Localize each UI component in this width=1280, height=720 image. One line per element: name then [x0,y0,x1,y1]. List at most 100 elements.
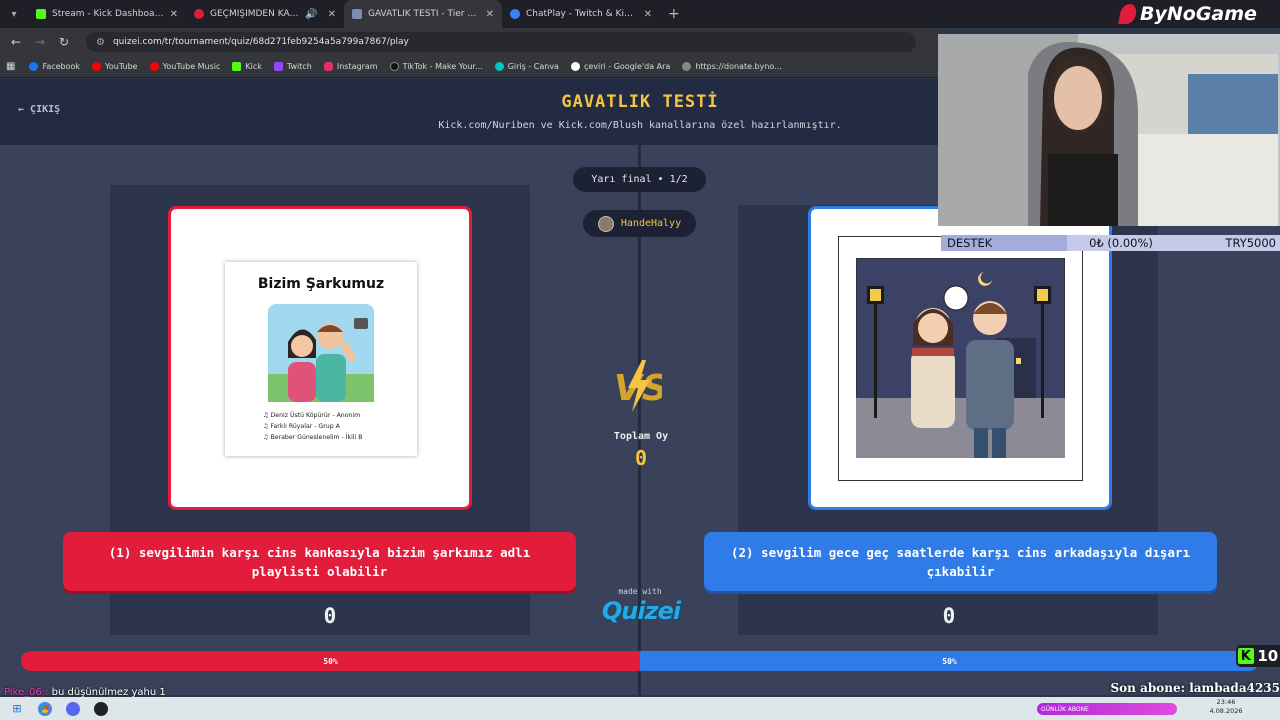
music-note-icon: ♫ [263,412,271,419]
tab-title: GEÇMİŞİMDEN KAÇTIM | Yo [210,9,299,19]
page-subtitle: Kick.com/Nuriben ve Kick.com/Blush kanal… [438,120,842,131]
forward-arrow-icon[interactable]: → [28,35,52,49]
song-item: ♫ Deniz Üstü Köpürür - Anonim [263,410,362,421]
address-bar-row: ← → ↻ ⚙ quizei.com/tr/tournament/quiz/68… [0,28,940,56]
bookmark-google[interactable]: çeviri - Google'da Ara [570,62,671,71]
viewer-count: 10 [1257,647,1279,665]
back-arrow-icon[interactable]: ← [4,35,28,49]
canva-icon [494,62,504,71]
instagram-icon [323,62,333,71]
avatar [597,215,614,232]
quiz-header [0,79,940,145]
chatplay-favicon-icon [510,9,520,19]
option1-share-bar: 50% [21,651,640,671]
browser-tab-active[interactable]: GAVATLIK TESTİ - Tier List, Kör ✕ [344,0,502,28]
new-tab-icon[interactable]: + [668,6,680,22]
discord-icon[interactable] [62,700,84,718]
bynogame-mark-icon [1118,4,1138,24]
user-badge: HandeHalyy [583,210,696,237]
bookmark-label: çeviri - Google'da Ara [583,62,671,71]
bookmark-label: Facebook [42,62,81,71]
tiktok-icon [389,62,399,71]
made-with-label: made with [618,587,662,596]
donate-amount: 0₺ (0.00%) [1067,235,1175,251]
total-votes-label: Toplam Oy [613,431,669,442]
bookmark-twitch[interactable]: Twitch [273,62,312,71]
song-title: Beraber Güneslenelim - İkili B [270,434,363,441]
kick-viewer-badge: K 10 [1236,645,1280,667]
lightning-bolt-icon: VS [614,360,662,412]
exit-button[interactable]: ← ÇIKIŞ [18,104,60,115]
bookmark-donate[interactable]: https://donate.byno... [682,62,782,71]
google-icon [570,62,580,71]
quizei-logo[interactable]: Quizei [596,597,686,625]
kick-favicon-icon [36,9,46,19]
bookmark-facebook[interactable]: Facebook [29,62,80,71]
tab-title: GAVATLIK TESTİ - Tier List, Kör [368,9,480,19]
webcam-feed [938,34,1280,226]
youtube-icon [92,62,102,71]
total-votes-value: 0 [634,446,648,470]
option1-button[interactable]: (1) sevgilimin karşı cins kankasıyla biz… [63,532,576,591]
progress-label: GÜNLÜK ABONE [1041,705,1089,713]
couple-selfie-illustration [268,304,374,402]
close-tab-icon[interactable]: ✕ [170,9,178,20]
option1-votes: 0 [323,604,337,628]
obs-icon[interactable] [90,700,112,718]
bookmarks-bar: ▦ Facebook YouTube YouTube Music Kick Tw… [0,56,940,78]
bookmark-kick[interactable]: Kick [232,62,262,71]
reload-icon[interactable]: ↻ [52,35,76,49]
browser-tab[interactable]: GEÇMİŞİMDEN KAÇTIM | Yo 🔊 ✕ [186,0,344,28]
kick-icon: K [1237,648,1254,664]
site-info-icon[interactable]: ⚙ [96,37,105,48]
facebook-icon [29,62,39,71]
browser-tab[interactable]: Stream - Kick Dashboard ✕ [28,0,186,28]
song-title: Deniz Üstü Köpürür - Anonim [270,412,361,419]
bynogame-logo: ByNoGame [1118,0,1280,28]
browser-tab[interactable]: ChatPlay - Twitch & Kick İzleyic ✕ [502,0,660,28]
bookmark-tiktok[interactable]: TikTok - Make Your... [389,62,483,71]
logo-text: ByNoGame [1140,3,1257,25]
bookmark-label: TikTok - Make Your... [402,62,483,71]
youtube-music-icon [149,62,159,71]
windows-start-icon[interactable]: ⊞ [6,700,28,718]
poster-title: Bizim Şarkumuz [257,276,385,292]
quizei-favicon-icon [352,9,362,19]
bookmark-label: YouTube Music [162,62,221,71]
close-tab-icon[interactable]: ✕ [328,9,336,20]
vote-share-bar: 50% 50% [21,651,1259,671]
close-tab-icon[interactable]: ✕ [644,9,652,20]
option2-card[interactable] [808,206,1112,510]
webcam-image [938,34,1280,226]
globe-icon [682,62,692,71]
clock-date: 4.08.2026 [1209,707,1243,715]
option1-percent: 50% [323,656,338,666]
bookmark-label: Kick [245,62,262,71]
option2-button[interactable]: (2) sevgilim gece geç saatlerde karşı ci… [704,532,1217,591]
clock-time: 23:46 [1216,698,1236,706]
option2-votes: 0 [942,604,956,628]
youtube-favicon-icon [194,9,204,19]
apps-grid-icon[interactable]: ▦ [6,61,15,72]
tab-search-icon[interactable]: ▾ [0,0,28,28]
bookmark-instagram[interactable]: Instagram [323,62,378,71]
night-walk-frame [838,236,1083,481]
last-subscriber: Son abone: lambada4235 [1110,681,1280,695]
option1-card[interactable]: Bizim Şarkumuz ♫ Deniz Üstü Köpürür - An… [168,206,472,510]
close-tab-icon[interactable]: ✕ [486,9,494,20]
donation-goal-bar: DESTEK 0₺ (0.00%) TRY5000 [941,235,1280,251]
browser-tab-bar: ▾ Stream - Kick Dashboard ✕ GEÇMİŞİMDEN … [0,0,1280,28]
tab-title: Stream - Kick Dashboard [52,9,164,19]
bookmark-canva[interactable]: Giriş - Canva [494,62,559,71]
song-list: ♫ Deniz Üstü Köpürür - Anonim ♫ Farklı R… [263,410,362,443]
song-item: ♫ Farklı Rüyalar - Grup A [263,421,362,432]
system-clock[interactable]: 23:46 4.08.2026 [1196,698,1256,716]
url-field[interactable]: ⚙ quizei.com/tr/tournament/quiz/68d271fe… [86,32,916,52]
bookmark-label: YouTube [105,62,138,71]
speaker-icon[interactable]: 🔊 [305,9,317,20]
bookmark-youtube-music[interactable]: YouTube Music [149,62,221,71]
bookmark-youtube[interactable]: YouTube [92,62,138,71]
couple-night-walk-illustration [856,258,1065,458]
chrome-icon[interactable] [34,700,56,718]
url-text: quizei.com/tr/tournament/quiz/68d271feb9… [112,37,409,47]
